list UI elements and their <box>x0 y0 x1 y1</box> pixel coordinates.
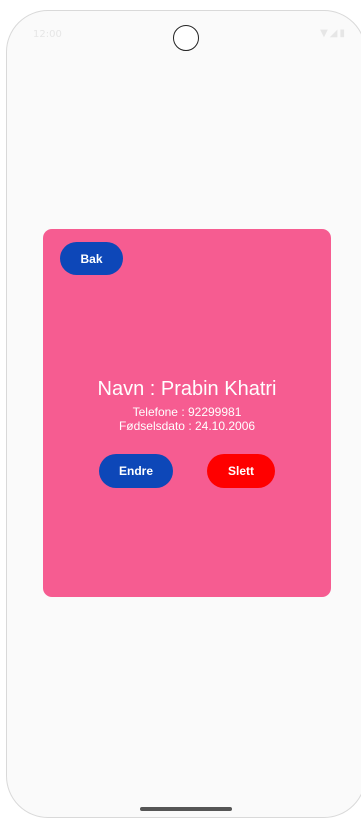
contact-name: Navn : Prabin Khatri <box>97 378 277 400</box>
status-time: 12:00 <box>33 29 62 40</box>
contact-card: Bak Navn : Prabin Khatri Telefone : 9229… <box>43 229 331 597</box>
phone-frame: 12:00 ▼◢▮ Bak Navn : Prabin Khatri Telef… <box>6 10 361 818</box>
contact-phone: Telefone : 92299981 <box>132 405 242 419</box>
delete-button[interactable]: Slett <box>207 454 275 488</box>
home-indicator[interactable] <box>140 807 232 811</box>
status-icons: ▼◢▮ <box>320 28 347 39</box>
camera-cutout-icon <box>173 25 199 51</box>
contact-birthdate: Fødselsdato : 24.10.2006 <box>118 419 256 433</box>
edit-button[interactable]: Endre <box>99 454 173 488</box>
back-button[interactable]: Bak <box>60 242 123 275</box>
